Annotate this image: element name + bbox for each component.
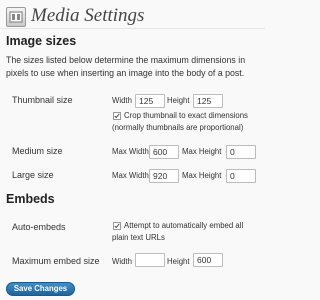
auto-embeds-text-line2: plain text URLs xyxy=(112,233,165,242)
auto-embeds-label: Auto-embeds xyxy=(12,222,66,232)
thumbnail-width-label: Width xyxy=(112,96,132,105)
page-title: Media Settings xyxy=(31,5,145,26)
image-sizes-description: The sizes listed below determine the max… xyxy=(6,55,246,78)
medium-width-input[interactable] xyxy=(149,145,179,159)
checkmark-icon xyxy=(114,113,120,119)
medium-height-label: Max Height xyxy=(182,147,222,156)
thumbnail-height-label: Height xyxy=(167,96,190,105)
crop-thumbnail-label: Crop thumbnail to exact dimensions xyxy=(124,111,248,120)
crop-thumbnail-note: (normally thumbnails are proportional) xyxy=(112,123,244,132)
large-height-label: Max Height xyxy=(182,171,222,180)
embed-width-input[interactable] xyxy=(135,253,165,267)
embed-height-label: Height xyxy=(167,257,190,266)
embeds-heading: Embeds xyxy=(6,192,55,206)
large-height-input[interactable] xyxy=(226,169,256,183)
auto-embeds-text: Attempt to automatically embed all xyxy=(124,221,244,230)
large-size-label: Large size xyxy=(12,170,54,180)
save-changes-button[interactable]: Save Changes xyxy=(6,282,75,296)
max-embed-size-label: Maximum embed size xyxy=(12,256,100,266)
checkmark-icon xyxy=(114,223,120,229)
embed-height-input[interactable] xyxy=(193,253,223,267)
media-settings-icon xyxy=(6,7,26,27)
image-sizes-heading: Image sizes xyxy=(6,34,77,48)
auto-embeds-checkbox[interactable] xyxy=(113,222,121,230)
thumbnail-width-input[interactable] xyxy=(135,94,165,108)
medium-width-label: Max Width xyxy=(112,147,149,156)
embed-width-label: Width xyxy=(112,257,132,266)
medium-size-label: Medium size xyxy=(12,146,63,156)
large-width-label: Max Width xyxy=(112,171,149,180)
medium-height-input[interactable] xyxy=(226,145,256,159)
crop-thumbnail-checkbox[interactable] xyxy=(113,112,121,120)
thumbnail-size-label: Thumbnail size xyxy=(12,95,73,105)
header-divider xyxy=(0,28,265,29)
large-width-input[interactable] xyxy=(149,169,179,183)
thumbnail-height-input[interactable] xyxy=(193,94,223,108)
